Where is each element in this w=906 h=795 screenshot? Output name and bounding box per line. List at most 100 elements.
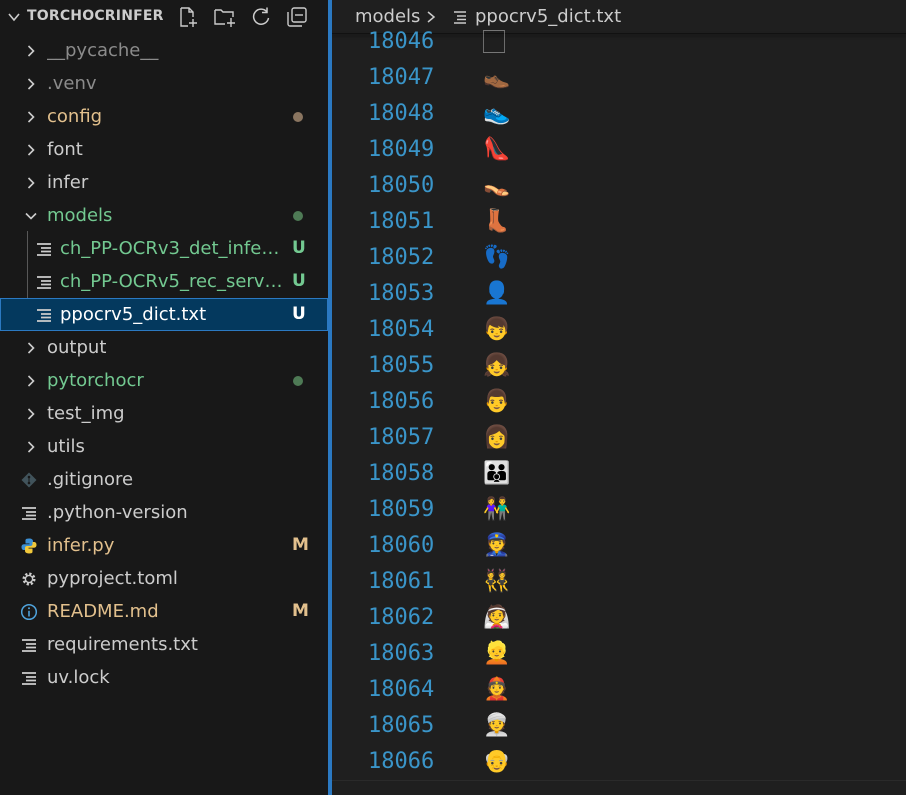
git-status-badge: U	[292, 238, 306, 258]
code-line[interactable]: 18063 👱	[332, 636, 906, 672]
tree-file[interactable]: README.md M	[0, 595, 328, 628]
tree-file[interactable]: pyproject.toml	[0, 562, 328, 595]
code-line[interactable]: 18066 👴	[332, 744, 906, 780]
line-content: 👨	[483, 389, 511, 414]
code-line[interactable]: 18050 👡	[332, 168, 906, 204]
code-line[interactable]: 18059 👫	[332, 492, 906, 528]
chevron-right-icon[interactable]	[23, 373, 39, 389]
code-line[interactable]: 18047 👞	[332, 60, 906, 96]
code-line[interactable]: 18049 👠	[332, 132, 906, 168]
code-line[interactable]: 18060 👮	[332, 528, 906, 564]
line-content: 👧	[483, 353, 511, 378]
chevron-right-icon[interactable]	[23, 406, 39, 422]
code-line[interactable]: 18052 👣	[332, 240, 906, 276]
lines-icon	[37, 243, 51, 256]
line-content: 👱	[483, 641, 511, 666]
tree-item-label: output	[47, 337, 107, 358]
chevron-right-icon[interactable]	[23, 43, 39, 59]
editor-pane: models ppocrv5_dict.txt 18046 🏻 18047 👞 1804…	[332, 0, 906, 795]
explorer-header[interactable]: TORCHOCRINFER	[0, 0, 328, 34]
line-content: 👞	[483, 65, 511, 90]
line-content: 👰	[483, 605, 511, 630]
collapse-all-button[interactable]	[285, 5, 309, 29]
tree-file[interactable]: ppocrv5_dict.txt U	[0, 298, 328, 331]
line-number: 18066	[368, 749, 435, 774]
tree-file[interactable]: ch_PP-OCRv5_rec_server... U	[0, 265, 328, 298]
tree-folder[interactable]: models	[0, 199, 328, 232]
code-line[interactable]: 18056 👨	[332, 384, 906, 420]
code-line[interactable]: 18053 👤	[332, 276, 906, 312]
tree-file[interactable]: .python-version	[0, 496, 328, 529]
code-line[interactable]: 18055 👧	[332, 348, 906, 384]
tree-file[interactable]: uv.lock	[0, 661, 328, 694]
chevron-right-icon[interactable]	[23, 340, 39, 356]
tree-item-label: uv.lock	[47, 667, 110, 688]
line-content: 👲	[483, 677, 511, 702]
line-content: 👟	[483, 101, 511, 126]
chevron-right-icon[interactable]	[23, 142, 39, 158]
line-number: 18051	[368, 209, 435, 234]
new-file-icon	[180, 7, 197, 27]
tree-item-label: font	[47, 139, 83, 160]
tree-item-label: .python-version	[47, 502, 188, 523]
git-status-dot	[293, 112, 303, 122]
git-status-badge: U	[292, 304, 306, 324]
code-line[interactable]: 18054 👦	[332, 312, 906, 348]
chevron-down-icon[interactable]	[6, 9, 22, 25]
lines-icon	[37, 309, 51, 322]
code-line[interactable]: 18062 👰	[332, 600, 906, 636]
tree-item-label: models	[47, 205, 113, 226]
new-folder-icon	[214, 9, 235, 27]
code-line[interactable]: 18058 👪	[332, 456, 906, 492]
line-number: 18053	[368, 281, 435, 306]
refresh-button[interactable]	[249, 5, 273, 29]
git-status-badge: U	[292, 271, 306, 291]
line-number: 18050	[368, 173, 435, 198]
line-number: 18056	[368, 389, 435, 414]
chevron-right-icon[interactable]	[23, 76, 39, 92]
tree-file[interactable]: .gitignore	[0, 463, 328, 496]
tree-folder[interactable]: output	[0, 331, 328, 364]
chevron-right-icon[interactable]	[23, 439, 39, 455]
tree-file[interactable]: infer.py M	[0, 529, 328, 562]
tree-file[interactable]: ch_PP-OCRv3_det_infer.... U	[0, 232, 328, 265]
tree-folder[interactable]: .venv	[0, 67, 328, 100]
tree-folder[interactable]: config	[0, 100, 328, 133]
line-content: 👡	[483, 173, 511, 198]
line-number: 18064	[368, 677, 435, 702]
python-icon	[21, 538, 37, 554]
tree-folder[interactable]: font	[0, 133, 328, 166]
lines-icon	[22, 507, 36, 520]
tree-file[interactable]: requirements.txt	[0, 628, 328, 661]
git-icon	[21, 472, 37, 488]
tree-folder[interactable]: __pycache__	[0, 34, 328, 67]
chevron-down-icon[interactable]	[23, 208, 39, 224]
git-status-badge: M	[292, 601, 309, 621]
tree-folder[interactable]: infer	[0, 166, 328, 199]
chevron-right-icon[interactable]	[23, 175, 39, 191]
new-folder-button[interactable]	[213, 5, 237, 29]
line-number: 18061	[368, 569, 435, 594]
collapse-all-icon	[287, 7, 307, 27]
code-line[interactable]: 18064 👲	[332, 672, 906, 708]
tree-item-label: requirements.txt	[47, 634, 198, 655]
tree-folder[interactable]: pytorchocr	[0, 364, 328, 397]
line-content: 👫	[483, 497, 511, 522]
line-number: 18046	[368, 29, 435, 54]
gear-icon	[22, 572, 36, 586]
code-line[interactable]: 18048 👟	[332, 96, 906, 132]
lines-icon	[37, 276, 51, 289]
code-line[interactable]: 18046 🏻	[332, 24, 906, 60]
line-number: 18057	[368, 425, 435, 450]
code-line[interactable]: 18057 👩	[332, 420, 906, 456]
line-content: 👴	[483, 749, 511, 774]
tree-folder[interactable]: test_img	[0, 397, 328, 430]
code-line[interactable]: 18051 👢	[332, 204, 906, 240]
tree-item-label: ch_PP-OCRv3_det_infer....	[60, 238, 284, 259]
chevron-right-icon[interactable]	[23, 109, 39, 125]
tree-folder[interactable]: utils	[0, 430, 328, 463]
line-number: 18047	[368, 65, 435, 90]
new-file-button[interactable]	[176, 5, 200, 29]
code-line[interactable]: 18065 👳	[332, 708, 906, 744]
code-line[interactable]: 18061 👯	[332, 564, 906, 600]
